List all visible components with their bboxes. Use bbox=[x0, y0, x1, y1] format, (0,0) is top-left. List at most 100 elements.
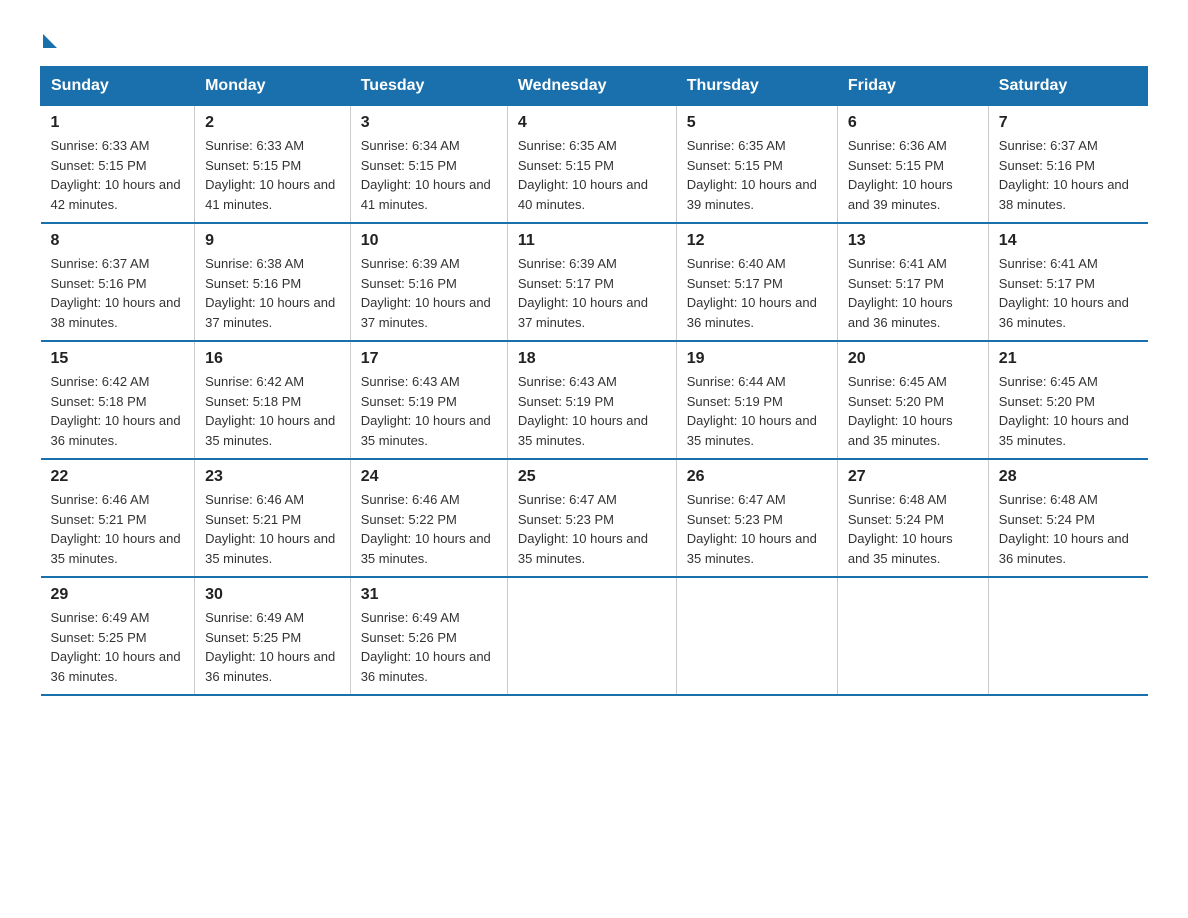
day-number: 23 bbox=[205, 468, 340, 486]
day-info: Sunrise: 6:46 AMSunset: 5:21 PMDaylight:… bbox=[205, 492, 335, 566]
day-info: Sunrise: 6:49 AMSunset: 5:25 PMDaylight:… bbox=[205, 610, 335, 684]
day-number: 20 bbox=[848, 350, 978, 368]
day-number: 2 bbox=[205, 114, 340, 132]
day-number: 4 bbox=[518, 114, 666, 132]
calendar-header-row: SundayMondayTuesdayWednesdayThursdayFrid… bbox=[41, 67, 1148, 106]
day-info: Sunrise: 6:41 AMSunset: 5:17 PMDaylight:… bbox=[848, 256, 953, 330]
day-number: 11 bbox=[518, 232, 666, 250]
calendar-cell: 23 Sunrise: 6:46 AMSunset: 5:21 PMDayligh… bbox=[195, 459, 351, 577]
day-info: Sunrise: 6:46 AMSunset: 5:22 PMDaylight:… bbox=[361, 492, 491, 566]
day-number: 27 bbox=[848, 468, 978, 486]
calendar-cell: 16 Sunrise: 6:42 AMSunset: 5:18 PMDayligh… bbox=[195, 341, 351, 459]
day-info: Sunrise: 6:49 AMSunset: 5:26 PMDaylight:… bbox=[361, 610, 491, 684]
header-friday: Friday bbox=[837, 67, 988, 106]
calendar-cell bbox=[507, 577, 676, 695]
logo-arrow-icon bbox=[43, 34, 57, 48]
day-info: Sunrise: 6:37 AMSunset: 5:16 PMDaylight:… bbox=[999, 138, 1129, 212]
header-sunday: Sunday bbox=[41, 67, 195, 106]
day-info: Sunrise: 6:37 AMSunset: 5:16 PMDaylight:… bbox=[51, 256, 181, 330]
calendar-cell bbox=[837, 577, 988, 695]
day-number: 9 bbox=[205, 232, 340, 250]
day-info: Sunrise: 6:39 AMSunset: 5:17 PMDaylight:… bbox=[518, 256, 648, 330]
day-number: 31 bbox=[361, 586, 497, 604]
day-info: Sunrise: 6:33 AMSunset: 5:15 PMDaylight:… bbox=[51, 138, 181, 212]
day-info: Sunrise: 6:42 AMSunset: 5:18 PMDaylight:… bbox=[51, 374, 181, 448]
day-info: Sunrise: 6:35 AMSunset: 5:15 PMDaylight:… bbox=[687, 138, 817, 212]
header-wednesday: Wednesday bbox=[507, 67, 676, 106]
day-info: Sunrise: 6:40 AMSunset: 5:17 PMDaylight:… bbox=[687, 256, 817, 330]
page-header bbox=[40, 30, 1148, 46]
calendar-table: SundayMondayTuesdayWednesdayThursdayFrid… bbox=[40, 66, 1148, 696]
day-info: Sunrise: 6:39 AMSunset: 5:16 PMDaylight:… bbox=[361, 256, 491, 330]
day-number: 1 bbox=[51, 114, 185, 132]
day-number: 16 bbox=[205, 350, 340, 368]
calendar-cell: 2 Sunrise: 6:33 AMSunset: 5:15 PMDaylight… bbox=[195, 106, 351, 224]
day-number: 5 bbox=[687, 114, 827, 132]
day-info: Sunrise: 6:47 AMSunset: 5:23 PMDaylight:… bbox=[687, 492, 817, 566]
day-number: 29 bbox=[51, 586, 185, 604]
calendar-cell: 21 Sunrise: 6:45 AMSunset: 5:20 PMDayligh… bbox=[988, 341, 1147, 459]
calendar-cell: 30 Sunrise: 6:49 AMSunset: 5:25 PMDayligh… bbox=[195, 577, 351, 695]
day-number: 22 bbox=[51, 468, 185, 486]
day-number: 28 bbox=[999, 468, 1138, 486]
calendar-cell: 14Sunrise: 6:41 AMSunset: 5:17 PMDayligh… bbox=[988, 223, 1147, 341]
calendar-cell: 11 Sunrise: 6:39 AMSunset: 5:17 PMDayligh… bbox=[507, 223, 676, 341]
calendar-cell: 8 Sunrise: 6:37 AMSunset: 5:16 PMDaylight… bbox=[41, 223, 195, 341]
calendar-cell: 3 Sunrise: 6:34 AMSunset: 5:15 PMDaylight… bbox=[350, 106, 507, 224]
day-info: Sunrise: 6:43 AMSunset: 5:19 PMDaylight:… bbox=[361, 374, 491, 448]
header-saturday: Saturday bbox=[988, 67, 1147, 106]
calendar-cell: 7Sunrise: 6:37 AMSunset: 5:16 PMDaylight… bbox=[988, 106, 1147, 224]
day-info: Sunrise: 6:43 AMSunset: 5:19 PMDaylight:… bbox=[518, 374, 648, 448]
calendar-cell: 5 Sunrise: 6:35 AMSunset: 5:15 PMDaylight… bbox=[676, 106, 837, 224]
day-number: 17 bbox=[361, 350, 497, 368]
day-number: 10 bbox=[361, 232, 497, 250]
calendar-week-5: 29 Sunrise: 6:49 AMSunset: 5:25 PMDayligh… bbox=[41, 577, 1148, 695]
day-number: 8 bbox=[51, 232, 185, 250]
day-number: 12 bbox=[687, 232, 827, 250]
calendar-week-3: 15 Sunrise: 6:42 AMSunset: 5:18 PMDayligh… bbox=[41, 341, 1148, 459]
calendar-cell: 20 Sunrise: 6:45 AMSunset: 5:20 PMDayligh… bbox=[837, 341, 988, 459]
day-info: Sunrise: 6:46 AMSunset: 5:21 PMDaylight:… bbox=[51, 492, 181, 566]
day-number: 25 bbox=[518, 468, 666, 486]
day-number: 19 bbox=[687, 350, 827, 368]
calendar-cell: 1 Sunrise: 6:33 AMSunset: 5:15 PMDaylight… bbox=[41, 106, 195, 224]
day-info: Sunrise: 6:34 AMSunset: 5:15 PMDaylight:… bbox=[361, 138, 491, 212]
header-tuesday: Tuesday bbox=[350, 67, 507, 106]
day-number: 30 bbox=[205, 586, 340, 604]
calendar-cell bbox=[988, 577, 1147, 695]
day-number: 15 bbox=[51, 350, 185, 368]
calendar-cell: 25Sunrise: 6:47 AMSunset: 5:23 PMDayligh… bbox=[507, 459, 676, 577]
day-number: 6 bbox=[848, 114, 978, 132]
calendar-week-1: 1 Sunrise: 6:33 AMSunset: 5:15 PMDaylight… bbox=[41, 106, 1148, 224]
calendar-cell: 28Sunrise: 6:48 AMSunset: 5:24 PMDayligh… bbox=[988, 459, 1147, 577]
day-number: 3 bbox=[361, 114, 497, 132]
calendar-week-2: 8 Sunrise: 6:37 AMSunset: 5:16 PMDaylight… bbox=[41, 223, 1148, 341]
day-info: Sunrise: 6:36 AMSunset: 5:15 PMDaylight:… bbox=[848, 138, 953, 212]
calendar-cell: 13 Sunrise: 6:41 AMSunset: 5:17 PMDayligh… bbox=[837, 223, 988, 341]
logo bbox=[40, 30, 57, 46]
day-info: Sunrise: 6:38 AMSunset: 5:16 PMDaylight:… bbox=[205, 256, 335, 330]
calendar-cell: 31 Sunrise: 6:49 AMSunset: 5:26 PMDayligh… bbox=[350, 577, 507, 695]
calendar-cell: 15 Sunrise: 6:42 AMSunset: 5:18 PMDayligh… bbox=[41, 341, 195, 459]
day-info: Sunrise: 6:45 AMSunset: 5:20 PMDaylight:… bbox=[848, 374, 953, 448]
calendar-cell: 17 Sunrise: 6:43 AMSunset: 5:19 PMDayligh… bbox=[350, 341, 507, 459]
calendar-cell: 24 Sunrise: 6:46 AMSunset: 5:22 PMDayligh… bbox=[350, 459, 507, 577]
day-info: Sunrise: 6:35 AMSunset: 5:15 PMDaylight:… bbox=[518, 138, 648, 212]
day-number: 13 bbox=[848, 232, 978, 250]
day-number: 21 bbox=[999, 350, 1138, 368]
calendar-cell: 26Sunrise: 6:47 AMSunset: 5:23 PMDayligh… bbox=[676, 459, 837, 577]
day-info: Sunrise: 6:33 AMSunset: 5:15 PMDaylight:… bbox=[205, 138, 335, 212]
calendar-cell: 9 Sunrise: 6:38 AMSunset: 5:16 PMDaylight… bbox=[195, 223, 351, 341]
day-number: 24 bbox=[361, 468, 497, 486]
day-number: 14 bbox=[999, 232, 1138, 250]
calendar-cell: 4 Sunrise: 6:35 AMSunset: 5:15 PMDaylight… bbox=[507, 106, 676, 224]
header-thursday: Thursday bbox=[676, 67, 837, 106]
day-info: Sunrise: 6:45 AMSunset: 5:20 PMDaylight:… bbox=[999, 374, 1129, 448]
day-info: Sunrise: 6:49 AMSunset: 5:25 PMDaylight:… bbox=[51, 610, 181, 684]
day-info: Sunrise: 6:48 AMSunset: 5:24 PMDaylight:… bbox=[848, 492, 953, 566]
day-info: Sunrise: 6:42 AMSunset: 5:18 PMDaylight:… bbox=[205, 374, 335, 448]
calendar-cell: 12 Sunrise: 6:40 AMSunset: 5:17 PMDayligh… bbox=[676, 223, 837, 341]
day-number: 18 bbox=[518, 350, 666, 368]
calendar-cell: 10 Sunrise: 6:39 AMSunset: 5:16 PMDayligh… bbox=[350, 223, 507, 341]
calendar-cell: 19Sunrise: 6:44 AMSunset: 5:19 PMDayligh… bbox=[676, 341, 837, 459]
